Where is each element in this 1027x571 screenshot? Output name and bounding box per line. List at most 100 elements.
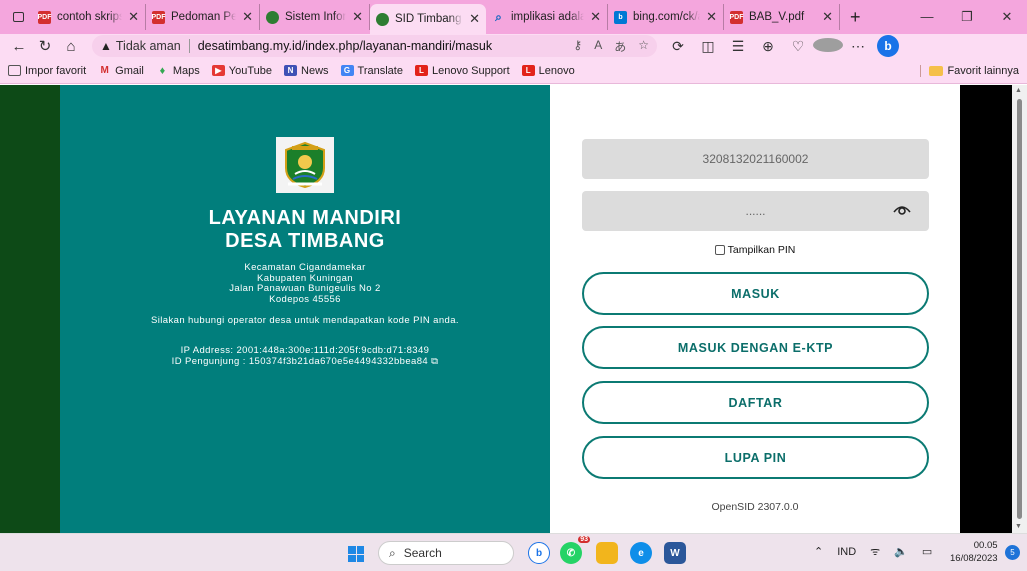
favorite-star-icon[interactable]: ☆ [638, 38, 649, 55]
address-bar[interactable]: ▲ Tidak aman desatimbang.my.id/index.php… [92, 35, 657, 57]
forgot-pin-button[interactable]: LUPA PIN [582, 436, 929, 479]
scroll-down-icon[interactable]: ▼ [1015, 523, 1022, 530]
gmail-icon: M [100, 65, 109, 76]
pdf-icon: PDF [38, 10, 52, 24]
windows-start-icon[interactable] [348, 546, 364, 562]
word-icon[interactable]: W [664, 542, 686, 564]
page-content: LAYANAN MANDIRI DESA TIMBANG Kecamatan C… [0, 85, 1027, 533]
lenovo-icon: L [414, 65, 428, 76]
bookmark-import[interactable]: Impor favorit [8, 65, 86, 77]
folder-icon [929, 65, 944, 76]
translate-icon: G [340, 65, 354, 76]
bookmark-youtube[interactable]: ▶ YouTube [211, 65, 272, 77]
windows-taskbar: ⌕ Search b ✆ 93 e W ⌃ IND ᯤ 🔈 ▭ 00.05 16/… [0, 533, 1027, 571]
tab-bing[interactable]: b bing.com/ck/a ✕ [608, 4, 724, 30]
show-pin-checkbox[interactable] [714, 245, 725, 255]
vertical-scrollbar[interactable]: ▲ ▼ [1012, 85, 1027, 533]
collections-icon[interactable]: ⊕ [753, 38, 783, 55]
show-hidden-icons[interactable]: ⌃ [814, 545, 823, 558]
bookmarks-bar: Impor favorit M Gmail ♦ Maps ▶ YouTube N New… [0, 58, 1027, 84]
bookmark-maps[interactable]: ♦ Maps [156, 65, 200, 77]
page-title: LAYANAN MANDIRI DESA TIMBANG [208, 207, 402, 252]
warning-icon[interactable]: ▲ [100, 39, 112, 53]
login-button[interactable]: MASUK [582, 272, 929, 315]
system-tray: ⌃ IND ᯤ 🔈 ▭ [814, 544, 932, 559]
bookmark-lenovo-support[interactable]: L Lenovo Support [414, 65, 510, 77]
new-tab-button[interactable]: + [840, 7, 871, 28]
import-icon [8, 65, 21, 76]
login-form: 3208132021160002 ...... Tampilkan PIN MA… [550, 85, 960, 533]
tab-actions-button[interactable] [4, 5, 32, 29]
file-explorer-icon[interactable] [596, 542, 618, 564]
wifi-icon[interactable]: ᯤ [870, 544, 880, 559]
battery-icon[interactable]: ▭ [922, 545, 932, 558]
read-aloud-icon[interactable]: A [594, 38, 602, 55]
login-ektp-button[interactable]: MASUK DENGAN E-KTP [582, 326, 929, 369]
show-pin-toggle[interactable]: Tampilkan PIN [550, 244, 960, 256]
extensions-icon[interactable]: ⟳ [663, 38, 693, 55]
close-tab-icon[interactable]: ✕ [706, 9, 717, 25]
search-icon: ⌕ [495, 9, 502, 24]
bookmark-lenovo[interactable]: L Lenovo [521, 65, 575, 77]
close-tab-icon[interactable]: ✕ [242, 9, 253, 25]
bing-taskbar-icon[interactable]: b [528, 542, 550, 564]
scroll-up-icon[interactable]: ▲ [1015, 87, 1022, 94]
close-tab-icon[interactable]: ✕ [590, 9, 601, 25]
eye-icon[interactable] [893, 202, 911, 219]
restore-icon[interactable]: ❐ [947, 9, 987, 25]
close-tab-icon[interactable]: ✕ [352, 9, 363, 25]
volume-icon[interactable]: 🔈 [894, 545, 908, 558]
password-key-icon[interactable]: ⚷ [573, 38, 582, 55]
profile-icon[interactable] [813, 37, 843, 55]
village-address: Kecamatan Cigandamekar Kabupaten Kuninga… [229, 262, 381, 305]
home-icon[interactable]: ⌂ [58, 38, 84, 55]
lenovo-icon: L [521, 65, 535, 76]
back-icon[interactable]: ← [6, 38, 32, 55]
tab-sistem-informasi[interactable]: Sistem Informa ✕ [260, 4, 370, 30]
whatsapp-icon[interactable]: ✆ 93 [560, 536, 590, 564]
nik-input[interactable]: 3208132021160002 [582, 139, 929, 179]
bing-icon: b [614, 10, 627, 24]
bookmark-news[interactable]: N News [284, 65, 329, 77]
bookmark-translate[interactable]: G Translate [340, 65, 403, 77]
url-text[interactable]: desatimbang.my.id/index.php/layanan-mand… [198, 39, 492, 53]
copy-icon[interactable]: ⧉ [431, 356, 438, 367]
navigation-bar: ← ↻ ⌂ ▲ Tidak aman desatimbang.my.id/ind… [0, 34, 1027, 58]
tab-contoh-skripsi[interactable]: PDF contoh skripsi s ✕ [32, 4, 146, 30]
pin-hint: Silakan hubungi operator desa untuk mend… [151, 315, 459, 326]
scroll-thumb[interactable] [1017, 99, 1022, 519]
refresh-icon[interactable]: ↻ [32, 37, 58, 55]
minimize-icon[interactable]: — [907, 9, 947, 25]
pdf-icon: PDF [730, 10, 744, 24]
tab-strip: PDF contoh skripsi s ✕ PDF Pedoman Penu … [0, 0, 1027, 34]
translate-page-icon[interactable]: あ [614, 38, 626, 55]
bing-chat-icon[interactable]: b [877, 35, 899, 57]
bookmark-folder-favorit-lainnya[interactable]: Favorit lainnya [920, 64, 1019, 77]
language-indicator[interactable]: IND [837, 546, 856, 558]
visitor-info: IP Address: 2001:448a:300e:111d:205f:9cd… [171, 345, 439, 367]
browser-essentials-icon[interactable]: ♡ [783, 38, 813, 55]
notification-badge[interactable]: 5 [1005, 545, 1020, 560]
more-options-icon[interactable]: ⋯ [843, 38, 873, 55]
favorites-icon[interactable]: ☰ [723, 38, 753, 55]
security-label[interactable]: Tidak aman [116, 39, 190, 53]
close-tab-icon[interactable]: ✕ [469, 11, 480, 27]
close-tab-icon[interactable]: ✕ [822, 9, 833, 25]
edge-icon[interactable]: e [630, 542, 652, 564]
pin-input[interactable]: ...... [582, 191, 929, 231]
village-logo [276, 137, 334, 193]
maps-icon: ♦ [159, 64, 166, 77]
taskbar-search[interactable]: ⌕ Search [378, 541, 514, 565]
tab-pedoman[interactable]: PDF Pedoman Penu ✕ [146, 4, 260, 30]
tab-sid-timbang[interactable]: SID Timbang D ✕ [370, 4, 486, 34]
tab-actions-icon [12, 12, 24, 22]
whatsapp-badge: 93 [578, 536, 590, 543]
bookmark-gmail[interactable]: M Gmail [98, 65, 143, 77]
register-button[interactable]: DAFTAR [582, 381, 929, 424]
close-tab-icon[interactable]: ✕ [128, 9, 139, 25]
tab-bab-v[interactable]: PDF BAB_V.pdf ✕ [724, 4, 840, 30]
clock[interactable]: 00.05 16/08/2023 [950, 539, 998, 565]
tab-implikasi[interactable]: ⌕ implikasi adalah ✕ [486, 4, 608, 30]
split-screen-icon[interactable]: ◫ [693, 38, 723, 55]
close-window-icon[interactable]: ✕ [987, 9, 1027, 25]
